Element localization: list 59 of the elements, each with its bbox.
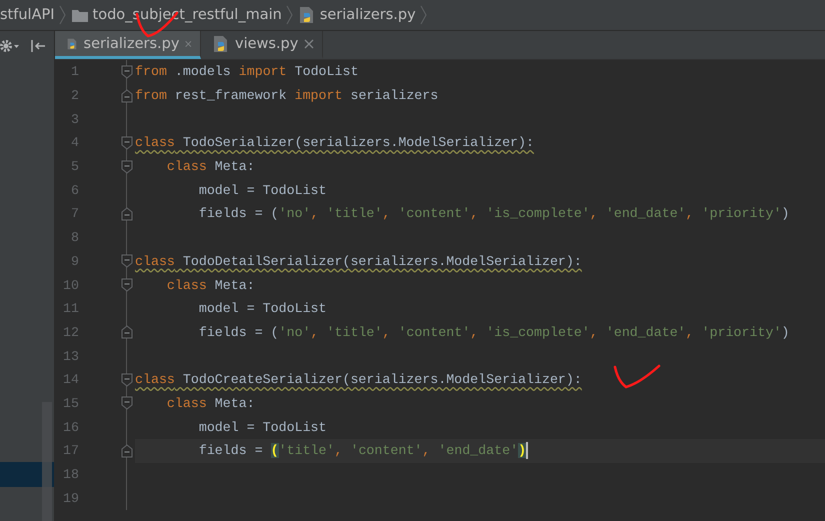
code-line: class TodoCreateSerializer(serializers.ModelSerializer): [135,372,582,388]
line-number: 14 [62,372,79,388]
code-line: class TodoDetailSerializer(serializers.ModelSerializer): [135,254,582,269]
line-number: 1 [70,64,79,80]
close-icon[interactable] [304,38,314,48]
line-number: 3 [70,112,79,127]
scrollbar-thumb[interactable] [42,402,52,521]
line-number: 9 [70,254,79,269]
code-line: model = TodoList [198,182,327,198]
python-file-icon [298,6,315,24]
line-number: 10 [62,278,79,293]
code-line: class Meta: [166,396,255,411]
folder-icon [72,8,88,22]
code-line: class TodoSerializer(serializers.ModelSerializer): [135,135,534,150]
code-line: from rest_framework import serializers [135,88,438,104]
text-cursor [526,442,528,460]
code-line: class Meta: [166,278,255,293]
fold-marker-icon[interactable] [121,160,133,174]
line-number: 15 [62,396,79,411]
chevron-icon [58,5,66,25]
line-number: 18 [62,467,79,482]
line-number: 5 [70,159,79,174]
fold-marker-icon[interactable] [121,254,133,268]
line-number: 13 [62,348,79,364]
collapse-icon[interactable] [30,38,46,52]
fold-marker-icon[interactable] [121,88,133,103]
chevron-icon [420,5,427,25]
python-file-icon [213,34,229,52]
line-number: 7 [70,206,79,222]
file-tab[interactable]: serializers.py [55,31,201,59]
code-line: model = TodoList [198,420,327,435]
line-number: 12 [62,324,79,340]
code-line: fields = ('title', 'content', 'end_date') [198,443,526,458]
fold-marker-icon[interactable] [121,444,133,458]
settings-icon[interactable] [0,38,20,52]
code-line: model = TodoList [198,301,327,316]
fold-marker-icon[interactable] [121,278,133,292]
line-number: 8 [70,230,79,246]
fold-marker-icon[interactable] [121,325,133,340]
check-mark-drawing [612,363,662,391]
code-line: from .models import TodoList [135,64,358,80]
breadcrumb[interactable]: stfulAPI [0,0,59,30]
line-number: 17 [62,443,79,458]
line-number: 11 [62,301,79,316]
fold-marker-icon[interactable] [121,64,133,79]
code-line: fields = ('no', 'title', 'content', 'is_complete', 'end_date', 'priority') [198,206,790,222]
fold-marker-icon[interactable] [121,372,133,387]
line-number: 16 [62,420,79,435]
code-line: class Meta: [166,159,255,174]
line-number: 4 [70,135,79,150]
line-number: 2 [70,88,79,104]
chevron-icon [286,5,293,25]
code-line: fields = ('no', 'title', 'content', 'is_complete', 'end_date', 'priority') [198,324,790,340]
breadcrumb[interactable]: serializers.py [292,0,420,30]
fold-marker-icon[interactable] [121,396,133,410]
line-number: 19 [62,490,79,506]
fold-marker-icon[interactable] [121,206,133,221]
line-number: 6 [70,182,79,198]
fold-marker-icon[interactable] [121,136,133,150]
